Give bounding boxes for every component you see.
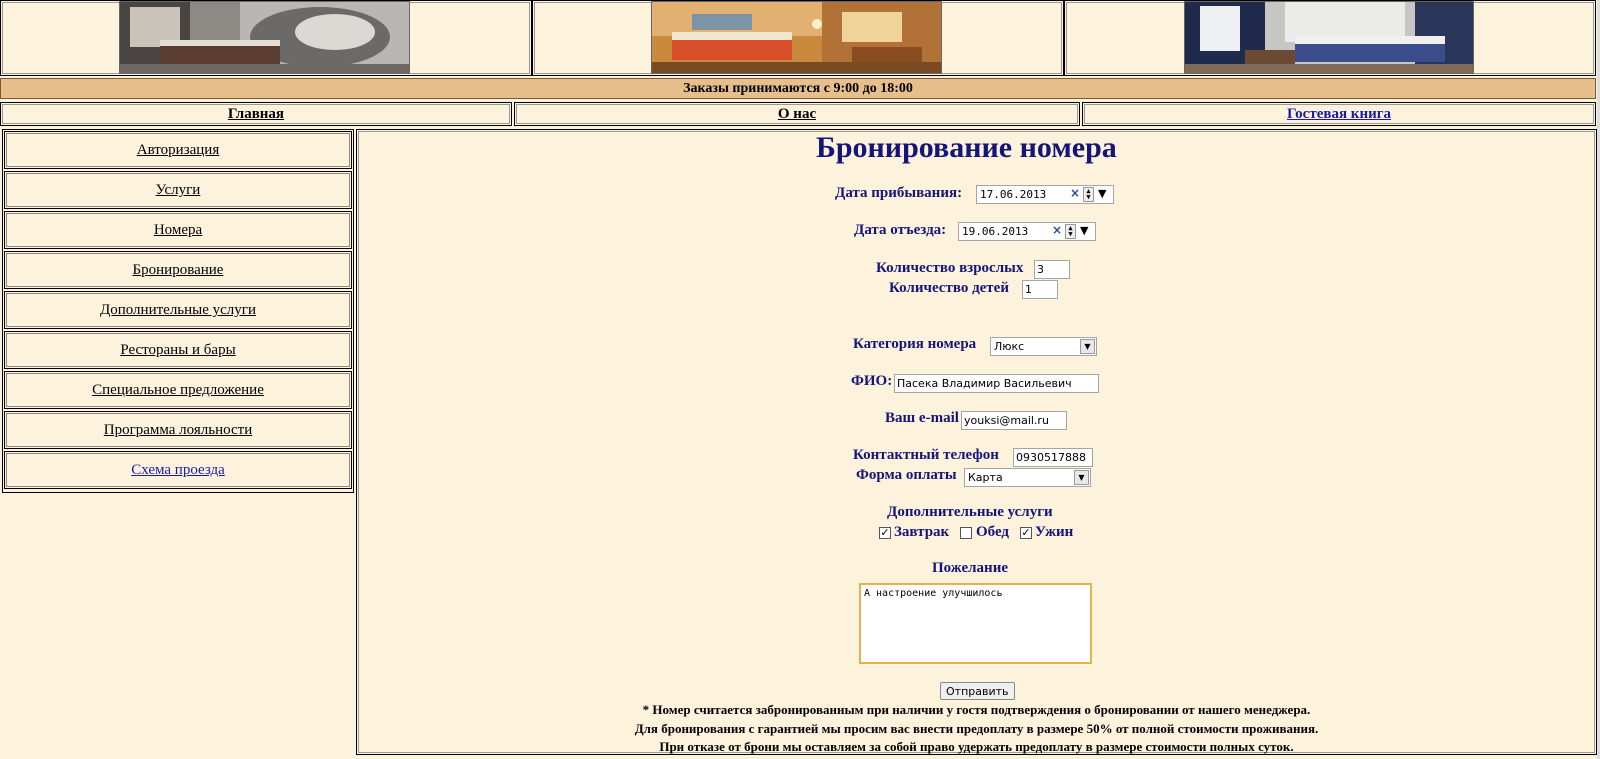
arrival-label: Дата прибывания: [835,185,963,201]
adults-label: Количество взрослых [876,260,1024,276]
booking-note-3: При отказе от брони мы оставляем за собо… [659,739,1294,754]
sidebar-link-rooms[interactable]: Номера [154,222,202,238]
departure-label: Дата отъезда: [854,222,947,238]
wish-textarea[interactable]: А настроение улучшилось [859,583,1092,664]
sidebar-link-special-offer[interactable]: Специальное предложение [92,382,264,398]
payment-label: Форма оплаты [856,467,957,483]
nav-home-link[interactable]: Главная [228,106,284,122]
sidebar-link-authorization[interactable]: Авторизация [137,142,219,158]
header-banner [0,0,1596,76]
dropdown-arrow-icon[interactable]: ▼ [1098,185,1106,202]
booking-note-2: Для бронирования с гарантией мы просим в… [634,721,1319,736]
sidebar-item-services[interactable]: Услуги [4,171,352,209]
breakfast-label: Завтрак [894,524,950,540]
nav-guestbook-link[interactable]: Гостевая книга [1287,106,1391,122]
lunch-checkbox[interactable] [960,527,972,539]
arrival-date-input[interactable]: 17.06.2013 × ▲ ▼ ▼ [976,185,1114,204]
payment-select[interactable]: Карта ▼ [964,468,1091,487]
children-label: Количество детей [889,280,1009,296]
children-input[interactable]: 1 [1022,280,1058,299]
chevron-down-icon[interactable]: ▼ [1080,339,1095,354]
sidebar-link-directions[interactable]: Схема проезда [131,462,225,478]
nav-home[interactable]: Главная [0,102,512,126]
clear-icon[interactable]: × [1070,185,1080,202]
breakfast-checkbox[interactable]: ✓ [879,527,891,539]
phone-input[interactable]: 0930517888 [1013,448,1093,467]
nav-guestbook[interactable]: Гостевая книга [1082,102,1596,126]
email-label: Ваш e-mail [885,410,959,426]
spinner-icon[interactable]: ▲ ▼ [1083,187,1094,202]
sidebar-item-rooms[interactable]: Номера [4,211,352,249]
extra-services-label: Дополнительные услуги [887,504,1053,520]
sidebar-item-extra-services[interactable]: Дополнительные услуги [4,291,352,329]
booking-note-1: * Номер считается забронированным при на… [642,702,1311,717]
dinner-label: Ужин [1035,524,1074,540]
nav-about[interactable]: О нас [514,102,1080,126]
page-title: Бронирование номера [816,131,1117,164]
sidebar-link-services[interactable]: Услуги [156,182,201,198]
sidebar-link-loyalty[interactable]: Программа лояльности [104,422,253,438]
departure-date-value: 19.06.2013 [962,225,1029,238]
sidebar-link-booking[interactable]: Бронирование [133,262,224,278]
full-name-label: ФИО: [851,373,893,389]
sidebar-item-authorization[interactable]: Авторизация [4,131,352,169]
payment-value: Карта [968,471,1003,484]
sidebar-item-special-offer[interactable]: Специальное предложение [4,371,352,409]
dropdown-arrow-icon[interactable]: ▼ [1080,222,1088,239]
arrival-date-value: 17.06.2013 [980,188,1047,201]
sidebar-item-restaurants[interactable]: Рестораны и бары [4,331,352,369]
full-name-input[interactable]: Пасека Владимир Васильевич [894,374,1099,393]
dinner-checkbox[interactable]: ✓ [1020,527,1032,539]
email-input[interactable]: youksi@mail.ru [961,411,1067,430]
room-category-select[interactable]: Люкс ▼ [990,337,1097,356]
order-hours-text: Заказы принимаются с 9:00 до 18:00 [683,81,913,96]
sidebar-item-loyalty[interactable]: Программа лояльности [4,411,352,449]
hotel-room-photo-1 [119,1,410,74]
adults-input[interactable]: 3 [1034,260,1070,279]
chevron-down-icon[interactable]: ▼ [1074,470,1089,485]
hotel-room-photo-2 [651,1,942,74]
sidebar-item-directions[interactable]: Схема проезда [4,451,352,489]
clear-icon[interactable]: × [1052,222,1062,239]
sidebar-link-restaurants[interactable]: Рестораны и бары [120,342,235,358]
departure-date-input[interactable]: 19.06.2013 × ▲ ▼ ▼ [958,222,1096,241]
spinner-icon[interactable]: ▲ ▼ [1065,224,1076,239]
lunch-label: Обед [976,524,1010,540]
order-hours-bar: Заказы принимаются с 9:00 до 18:00 [0,78,1596,99]
phone-label: Контактный телефон [853,447,999,463]
wish-label: Пожелание [932,560,1008,576]
nav-about-link[interactable]: О нас [778,106,816,122]
submit-button[interactable]: Отправить [940,682,1015,700]
hotel-room-photo-3 [1184,1,1474,74]
room-category-value: Люкс [994,340,1025,353]
sidebar-item-booking[interactable]: Бронирование [4,251,352,289]
sidebar-link-extra-services[interactable]: Дополнительные услуги [100,302,256,318]
sidebar: Авторизация Услуги Номера Бронирование Д… [2,129,354,493]
room-category-label: Категория номера [853,336,977,352]
